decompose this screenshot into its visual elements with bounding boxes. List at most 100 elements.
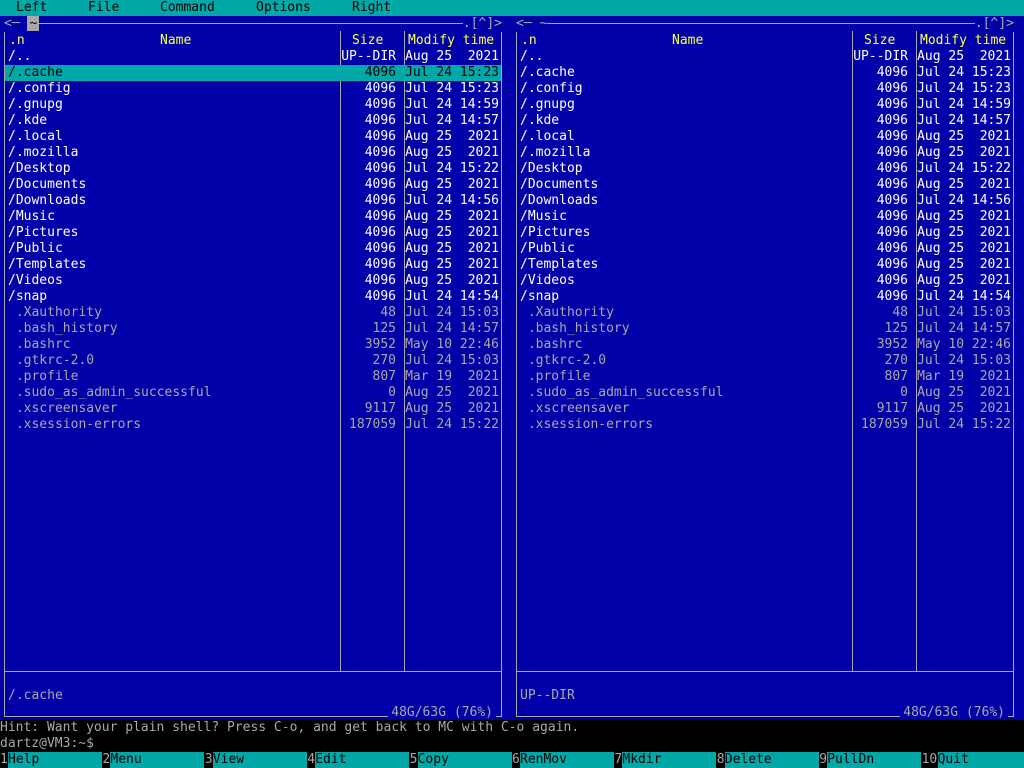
file-row[interactable]: /snap 4096 Jul 24 14:54 [5, 289, 501, 305]
fkey-view-button[interactable]: 3 View [204, 752, 307, 768]
fkey-pulldn-button[interactable]: 9 PullDn [819, 752, 922, 768]
file-row[interactable]: .bash_history 125 Jul 24 14:57 [517, 321, 1013, 337]
file-row[interactable]: /Desktop 4096 Jul 24 15:22 [517, 161, 1013, 177]
sort-indicator[interactable]: .n [521, 33, 537, 49]
file-row[interactable]: .sudo_as_admin_successful 0 Aug 25 2021 [5, 385, 501, 401]
file-row[interactable]: .xsession-errors 187059 Jul 24 15:22 [517, 417, 1013, 433]
file-row[interactable]: /.config 4096 Jul 24 15:23 [517, 81, 1013, 97]
file-name: /.gnupg [520, 97, 575, 112]
menu-right[interactable]: Right [352, 0, 391, 16]
file-row[interactable]: .bashrc 3952 May 10 22:46 [5, 337, 501, 353]
file-row[interactable]: /.. UP--DIR Aug 25 2021 [5, 49, 501, 65]
file-row[interactable]: .profile 807 Mar 19 2021 [5, 369, 501, 385]
panel-corner-controls[interactable]: .[^]> [974, 16, 1014, 32]
menu-command[interactable]: Command [160, 0, 215, 16]
file-row[interactable]: /.local 4096 Aug 25 2021 [5, 129, 501, 145]
fkey-label: PullDn [827, 752, 922, 768]
file-row[interactable]: /snap 4096 Jul 24 14:54 [517, 289, 1013, 305]
fkey-help-button[interactable]: 1 Help [0, 752, 102, 768]
file-row[interactable]: .bashrc 3952 May 10 22:46 [517, 337, 1013, 353]
command-line[interactable]: dartz@VM3:~$ [0, 736, 1024, 752]
menu-file[interactable]: File [88, 0, 119, 16]
file-row[interactable]: /.gnupg 4096 Jul 24 14:59 [5, 97, 501, 113]
file-row[interactable]: .gtkrc-2.0 270 Jul 24 15:03 [5, 353, 501, 369]
file-row[interactable]: /Public 4096 Aug 25 2021 [517, 241, 1013, 257]
file-row[interactable]: .xscreensaver 9117 Aug 25 2021 [517, 401, 1013, 417]
file-row[interactable]: /Templates 4096 Aug 25 2021 [5, 257, 501, 273]
file-name: .bashrc [520, 337, 583, 352]
file-size: 4096 [876, 113, 908, 128]
file-row[interactable]: /.kde 4096 Jul 24 14:57 [5, 113, 501, 129]
file-mtime: Jul 24 15:23 [917, 81, 1011, 96]
file-row[interactable]: .Xauthority 48 Jul 24 15:03 [517, 305, 1013, 321]
left-panel[interactable]: <─ ~ .[^]> .n Name Size Modify time /.. U… [0, 16, 506, 721]
fkey-mkdir-button[interactable]: 7 Mkdir [614, 752, 717, 768]
column-header-name[interactable]: Name [160, 33, 191, 49]
file-row[interactable]: /.. UP--DIR Aug 25 2021 [517, 49, 1013, 65]
file-mtime: Jul 24 15:22 [405, 161, 499, 176]
file-row[interactable]: .xsession-errors 187059 Jul 24 15:22 [5, 417, 501, 433]
file-row[interactable]: .Xauthority 48 Jul 24 15:03 [5, 305, 501, 321]
sort-indicator[interactable]: .n [9, 33, 25, 49]
file-row[interactable]: .bash_history 125 Jul 24 14:57 [5, 321, 501, 337]
file-row[interactable]: /Documents 4096 Aug 25 2021 [517, 177, 1013, 193]
column-header-mtime[interactable]: Modify time [920, 33, 1006, 49]
file-size: 125 [884, 321, 908, 336]
file-size: 4096 [876, 177, 908, 192]
file-row[interactable]: .profile 807 Mar 19 2021 [517, 369, 1013, 385]
file-row[interactable]: /Downloads 4096 Jul 24 14:56 [517, 193, 1013, 209]
file-row-selected[interactable]: /.cache 4096 Jul 24 15:23 [5, 65, 501, 81]
file-row[interactable]: /Desktop 4096 Jul 24 15:22 [5, 161, 501, 177]
file-size: 4096 [364, 65, 396, 80]
column-header-mtime[interactable]: Modify time [408, 33, 494, 49]
panel-title[interactable]: <─ ~ [516, 16, 548, 32]
file-row[interactable]: /Videos 4096 Aug 25 2021 [5, 273, 501, 289]
file-row[interactable]: /.gnupg 4096 Jul 24 14:59 [517, 97, 1013, 113]
file-mtime: Jul 24 15:23 [405, 81, 499, 96]
file-row[interactable]: .sudo_as_admin_successful 0 Aug 25 2021 [517, 385, 1013, 401]
fkey-menu-button[interactable]: 2 Menu [102, 752, 205, 768]
file-row[interactable]: .xscreensaver 9117 Aug 25 2021 [5, 401, 501, 417]
menu-options[interactable]: Options [256, 0, 311, 16]
right-panel[interactable]: <─ ~ .[^]> .n Name Size Modify time /.. U… [512, 16, 1018, 721]
file-row[interactable]: /.local 4096 Aug 25 2021 [517, 129, 1013, 145]
menu-left[interactable]: Left [16, 0, 47, 16]
file-row[interactable]: /Public 4096 Aug 25 2021 [5, 241, 501, 257]
file-row[interactable]: /Templates 4096 Aug 25 2021 [517, 257, 1013, 273]
file-row[interactable]: /Videos 4096 Aug 25 2021 [517, 273, 1013, 289]
panel-title[interactable]: <─ ~ [4, 16, 40, 32]
file-mtime: Jul 24 14:57 [917, 321, 1011, 336]
file-row[interactable]: /Pictures 4096 Aug 25 2021 [5, 225, 501, 241]
fkey-copy-button[interactable]: 5 Copy [409, 752, 512, 768]
function-key-bar: 1 Help 2 Menu 3 View 4 Edit 5 Copy 6 RenMov 7 Mkdir 8 D… [0, 752, 1024, 768]
file-row[interactable]: /.config 4096 Jul 24 15:23 [5, 81, 501, 97]
file-row[interactable]: /.cache 4096 Jul 24 15:23 [517, 65, 1013, 81]
file-row[interactable]: /.mozilla 4096 Aug 25 2021 [517, 145, 1013, 161]
file-size: 4096 [364, 129, 396, 144]
file-row[interactable]: /.kde 4096 Jul 24 14:57 [517, 113, 1013, 129]
fkey-delete-button[interactable]: 8 Delete [716, 752, 819, 768]
file-row[interactable]: /Music 4096 Aug 25 2021 [517, 209, 1013, 225]
file-row[interactable]: .gtkrc-2.0 270 Jul 24 15:03 [517, 353, 1013, 369]
fkey-edit-button[interactable]: 4 Edit [307, 752, 410, 768]
fkey-renmov-button[interactable]: 6 RenMov [512, 752, 614, 768]
file-name: /Templates [8, 257, 87, 272]
free-space-info: 48G/63G (76%) [388, 705, 496, 721]
fkey-quit-button[interactable]: 10 Quit [921, 752, 1024, 768]
file-name: /.config [520, 81, 583, 96]
file-row[interactable]: /Downloads 4096 Jul 24 14:56 [5, 193, 501, 209]
file-row[interactable]: /Documents 4096 Aug 25 2021 [5, 177, 501, 193]
file-size: 48 [380, 305, 396, 320]
file-name: /.config [8, 81, 71, 96]
column-header-size[interactable]: Size [864, 33, 895, 49]
column-header-size[interactable]: Size [352, 33, 383, 49]
mini-status: /.cache [8, 688, 63, 703]
file-mtime: Aug 25 2021 [405, 385, 499, 400]
file-row[interactable]: /.mozilla 4096 Aug 25 2021 [5, 145, 501, 161]
file-mtime: Jul 24 14:59 [917, 97, 1011, 112]
file-size: 4096 [876, 241, 908, 256]
column-header-name[interactable]: Name [672, 33, 703, 49]
panel-corner-controls[interactable]: .[^]> [462, 16, 502, 32]
file-row[interactable]: /Music 4096 Aug 25 2021 [5, 209, 501, 225]
file-row[interactable]: /Pictures 4096 Aug 25 2021 [517, 225, 1013, 241]
